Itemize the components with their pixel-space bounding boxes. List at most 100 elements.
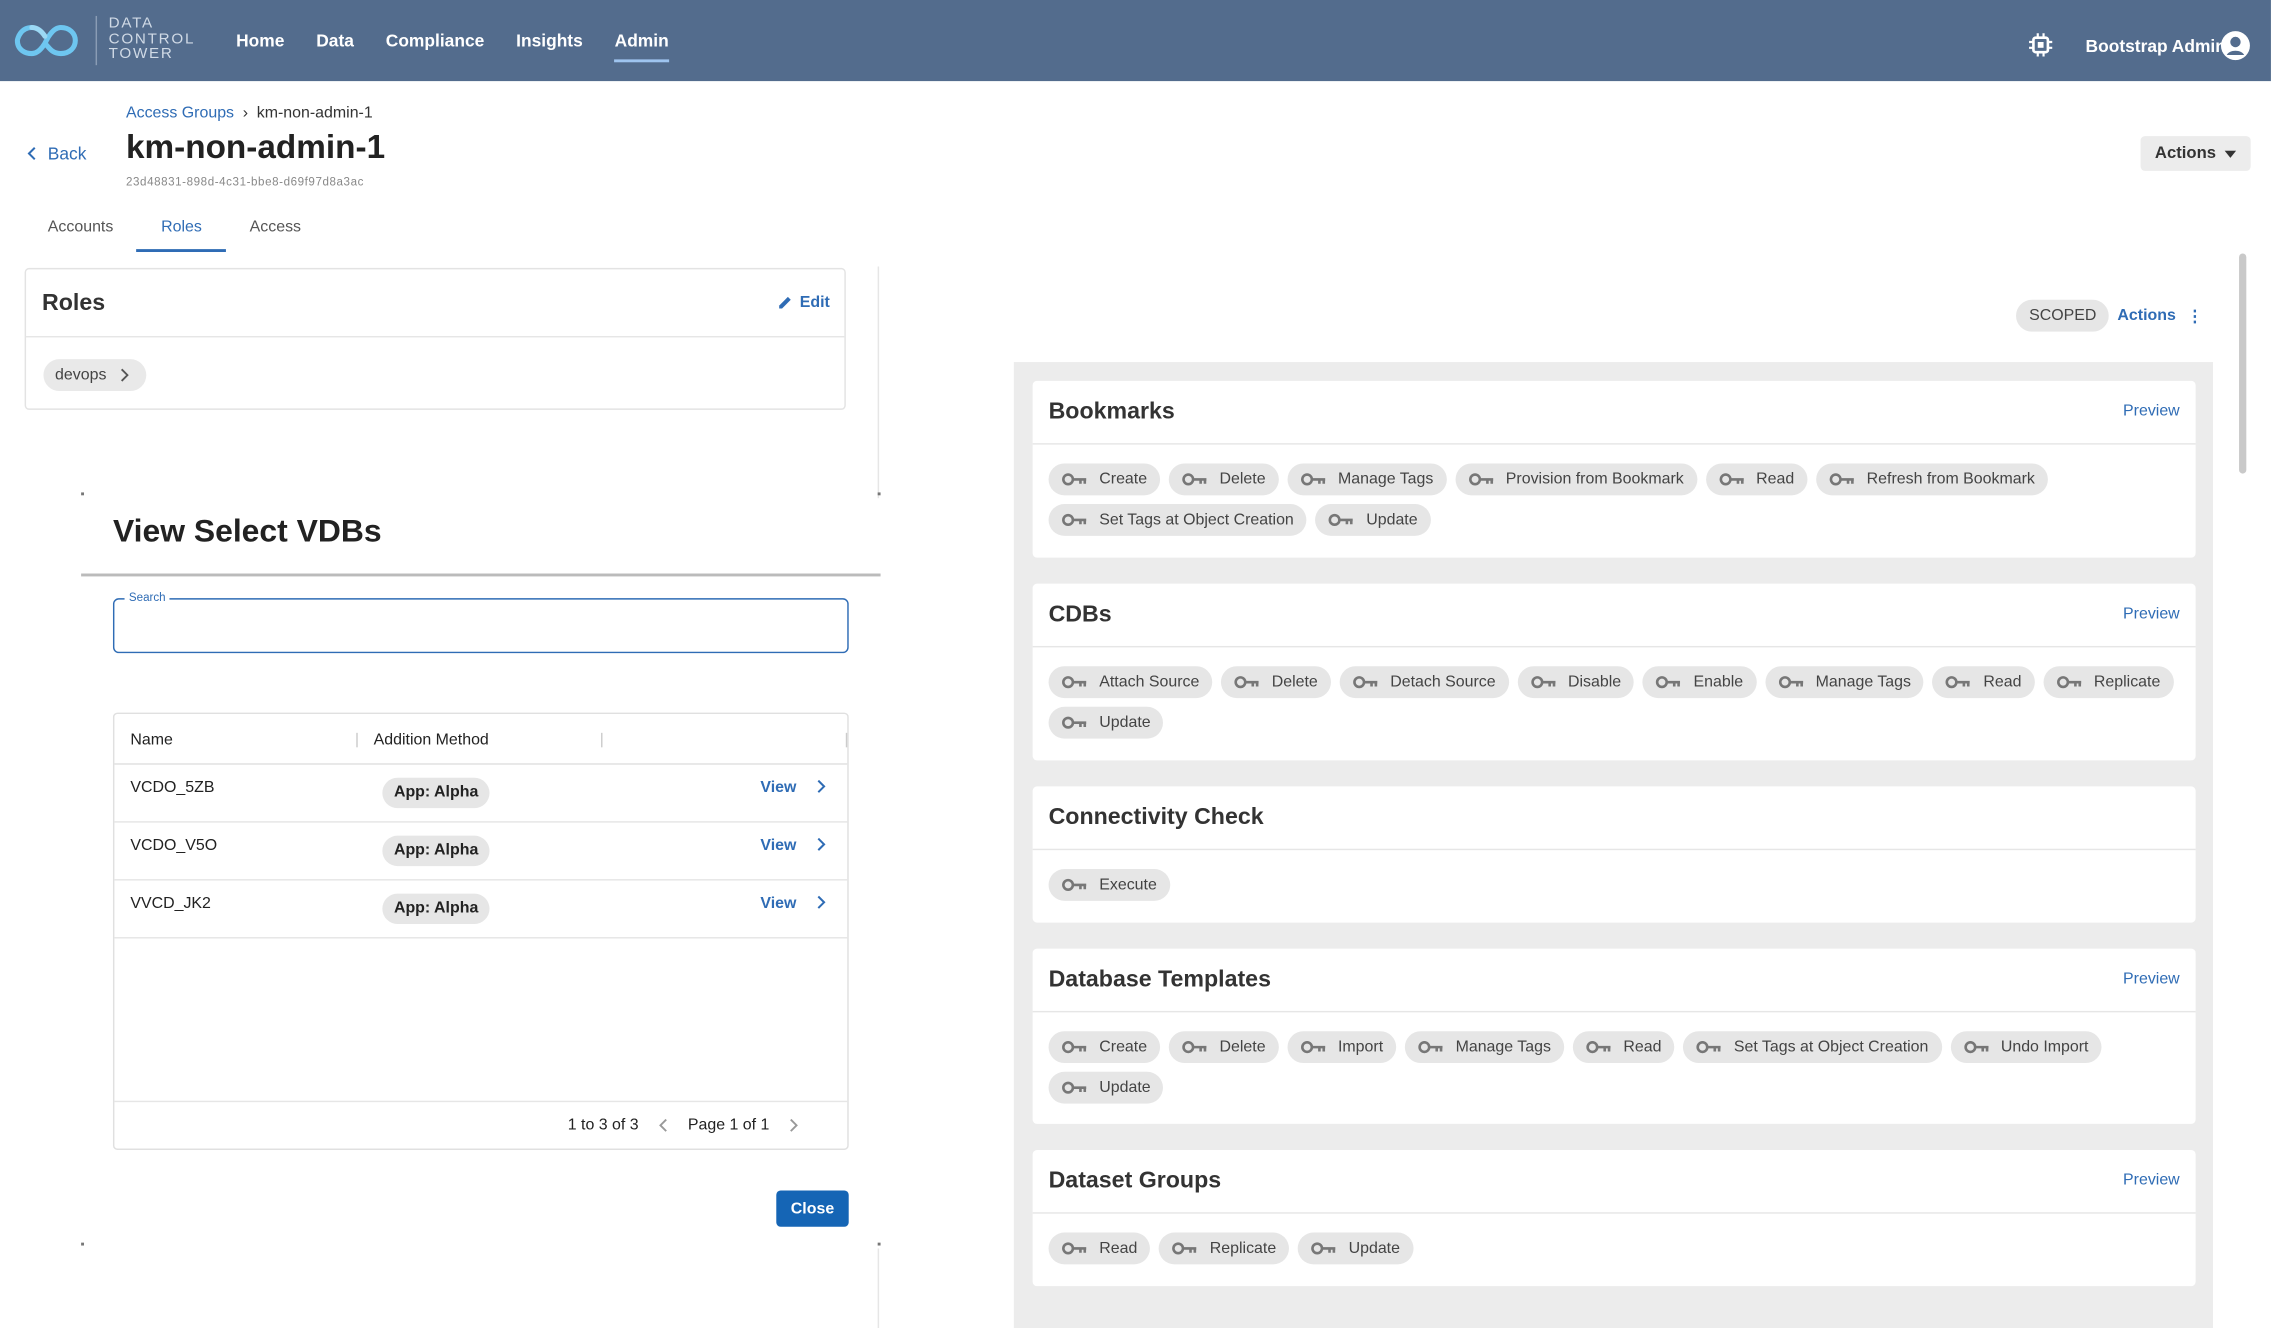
permission-label: Execute <box>1099 876 1157 894</box>
addition-method-pill: App: Alpha <box>382 893 490 925</box>
permission-pill: Enable <box>1642 666 1757 699</box>
nav-home[interactable]: Home <box>236 30 284 50</box>
column-resize-handle[interactable] <box>845 732 848 748</box>
key-icon <box>1311 1242 1336 1255</box>
permission-group-card: Database Templates Preview Create Delete Imp… <box>1032 948 2196 1124</box>
permission-group-header: Database Templates Preview <box>1032 949 2196 1013</box>
kebab-menu-icon[interactable]: ⋮ <box>2187 307 2203 325</box>
permission-label: Import <box>1337 1038 1384 1056</box>
view-button[interactable]: View <box>760 837 826 854</box>
preview-link[interactable]: Preview <box>2123 970 2180 987</box>
modal-divider <box>81 573 881 577</box>
permission-pill: Replicate <box>2043 666 2174 699</box>
permission-label: Undo Import <box>2000 1038 2089 1056</box>
search-input[interactable]: Search <box>112 590 849 654</box>
pagination-page: Page 1 of 1 <box>687 1116 770 1135</box>
caret-down-icon <box>2224 149 2237 158</box>
back-label: Back <box>47 143 87 164</box>
preview-link[interactable]: Preview <box>2123 403 2180 420</box>
permissions-actions-button[interactable]: Actions <box>2117 307 2175 324</box>
preview-link[interactable]: Preview <box>2123 605 2180 622</box>
permission-label: Update <box>1099 1078 1151 1097</box>
page-actions-label: Actions <box>2154 144 2217 163</box>
permission-label: Attach Source <box>1099 673 1200 691</box>
key-icon <box>1062 878 1087 891</box>
modal-corner-mark <box>877 1242 881 1246</box>
tab-roles[interactable]: Roles <box>136 206 227 253</box>
nav-compliance[interactable]: Compliance <box>386 30 485 50</box>
page-actions-button[interactable]: Actions <box>2140 136 2251 171</box>
column-resize-handle[interactable] <box>356 732 358 748</box>
prev-page-icon[interactable] <box>659 1118 668 1132</box>
key-icon <box>1062 1242 1087 1255</box>
panel-divider <box>877 266 880 499</box>
permission-label: Set Tags at Object Creation <box>1099 511 1294 529</box>
permission-pill: Detach Source <box>1339 666 1509 699</box>
permission-label: Delete <box>1219 1038 1266 1056</box>
key-icon <box>1062 473 1087 486</box>
permission-group-card: Connectivity Check Execute <box>1032 786 2196 923</box>
permission-group-header: Bookmarks Preview <box>1032 381 2196 445</box>
permission-label: Create <box>1099 470 1148 489</box>
nav-data[interactable]: Data <box>316 30 354 50</box>
back-button[interactable]: Back <box>26 143 87 164</box>
key-icon <box>1586 1041 1611 1054</box>
nav-admin[interactable]: Admin <box>614 30 670 63</box>
permission-pill: Delete <box>1168 463 1279 496</box>
next-page-icon[interactable] <box>790 1118 799 1132</box>
key-icon <box>1172 1242 1197 1255</box>
pagination-range: 1 to 3 of 3 <box>567 1116 639 1135</box>
modal-corner-mark <box>81 492 85 496</box>
column-header-name[interactable]: Name <box>130 731 172 748</box>
permission-pill: Undo Import <box>1950 1031 2102 1064</box>
key-icon <box>1656 676 1681 689</box>
search-label: Search <box>124 590 170 604</box>
permission-label: Delete <box>1219 470 1266 489</box>
column-resize-handle[interactable] <box>601 732 603 748</box>
infinity-logo-icon[interactable] <box>14 22 78 60</box>
key-icon <box>1300 1041 1325 1054</box>
breadcrumb: Access Groups › km-non-admin-1 <box>126 104 373 121</box>
pencil-icon <box>779 296 792 309</box>
view-button[interactable]: View <box>760 779 826 797</box>
breadcrumb-access-groups[interactable]: Access Groups <box>126 104 234 121</box>
preview-link[interactable]: Preview <box>2123 1172 2180 1189</box>
permission-pill: Manage Tags <box>1287 463 1447 496</box>
close-button[interactable]: Close <box>776 1190 849 1227</box>
permission-pill: Set Tags at Object Creation <box>1683 1031 1942 1064</box>
chip-icon[interactable] <box>2028 32 2054 58</box>
permission-pill: Manage Tags <box>1404 1031 1564 1064</box>
breadcrumb-current: km-non-admin-1 <box>256 104 373 122</box>
permission-group-header: Connectivity Check <box>1032 786 2196 851</box>
permission-label: Update <box>1366 511 1418 529</box>
tab-accounts[interactable]: Accounts <box>25 206 137 252</box>
column-header-addition-method[interactable]: Addition Method <box>374 731 489 748</box>
permission-label: Enable <box>1693 673 1744 691</box>
user-avatar-icon[interactable] <box>2220 30 2250 61</box>
roles-edit-button[interactable]: Edit <box>778 294 830 311</box>
permission-label: Refresh from Bookmark <box>1866 470 2035 489</box>
permission-label: Read <box>1623 1038 1662 1056</box>
user-name[interactable]: Bootstrap Admin <box>2086 36 2226 56</box>
key-icon <box>1778 676 1803 689</box>
permission-label: Create <box>1099 1038 1148 1056</box>
permission-pill: Read <box>1572 1031 1675 1064</box>
key-icon <box>1829 473 1854 486</box>
key-icon <box>1182 1041 1207 1054</box>
key-icon <box>1946 676 1971 689</box>
chevron-left-icon <box>27 147 36 161</box>
nav-insights[interactable]: Insights <box>516 30 583 50</box>
view-button[interactable]: View <box>760 895 826 912</box>
page-uuid: 23d48831-898d-4c31-bbe8-d69f97d8a3ac <box>126 175 364 189</box>
role-pill-devops[interactable]: devops <box>43 359 147 392</box>
scoped-badge: SCOPED <box>2016 299 2110 332</box>
key-icon <box>1062 676 1087 689</box>
permission-pill: Update <box>1048 706 1164 739</box>
roles-card-header: Roles Edit <box>26 269 845 338</box>
roles-card: Roles Edit devops <box>24 267 846 410</box>
permission-group-title: Bookmarks <box>1048 399 1175 425</box>
tab-access[interactable]: Access <box>226 206 324 252</box>
permission-pill: Update <box>1315 504 1431 536</box>
permission-group-title: Database Templates <box>1048 967 1271 993</box>
scrollbar-thumb[interactable] <box>2239 253 2247 474</box>
